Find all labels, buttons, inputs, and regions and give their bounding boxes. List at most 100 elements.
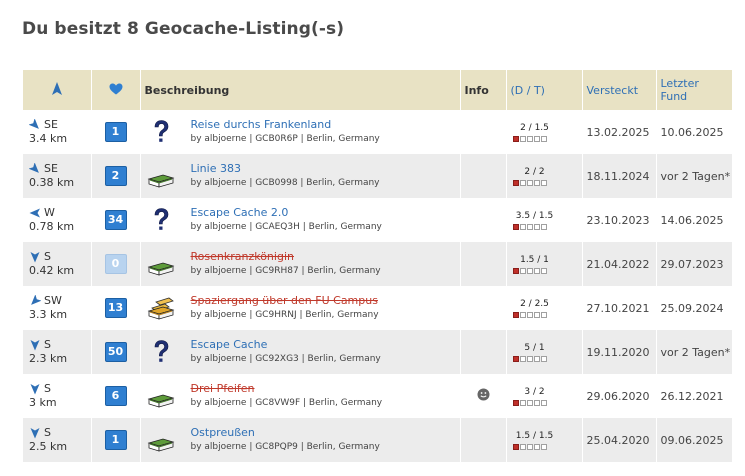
table-row[interactable]: SE 0.38 km 2 Linie 383 by albjoerne | GCB099… [23, 154, 733, 198]
description-cell: Escape Cache 2.0 by albjoerne | GCAEQ3H |… [140, 198, 461, 242]
favorite-count-badge: 34 [104, 210, 127, 230]
direction-arrow-icon [30, 384, 40, 395]
favorites-cell: 34 [91, 198, 141, 242]
favorite-count-badge: 1 [104, 122, 127, 142]
table-row[interactable]: SW 3.3 km 13 Spaziergang über den FU Campus… [23, 286, 733, 330]
difficulty-box [526, 399, 533, 406]
description-cell: Linie 383 by albjoerne | GCB0998 | Berlin… [140, 154, 461, 198]
hidden-date: 27.10.2021 [582, 286, 657, 330]
difficulty-box [519, 399, 526, 406]
direction-column-header[interactable] [23, 70, 92, 110]
last-found-column-header[interactable]: Letzter Fund [656, 70, 733, 110]
direction-cell: S 0.42 km [23, 242, 92, 286]
favorites-cell: 13 [91, 286, 141, 330]
question-mark-icon [154, 340, 168, 362]
direction-label: SW [44, 294, 62, 307]
difficulty-box [540, 399, 547, 406]
difficulty-box [540, 267, 547, 274]
dt-column-header[interactable]: (D / T) [506, 70, 583, 110]
info-cell [460, 330, 507, 374]
hidden-date: 29.06.2020 [582, 374, 657, 418]
direction-arrow-icon [29, 163, 39, 173]
table-row[interactable]: W 0.78 km 34 Escape Cache 2.0 by albjoerne |… [23, 198, 733, 242]
dt-rating: 3 / 2 [524, 386, 545, 397]
difficulty-box [526, 135, 533, 142]
owner-smiley-icon [477, 388, 489, 401]
table-row[interactable]: S3 km 6 Drei Pfeifen by albjoerne | GC8VW9F… [23, 374, 733, 418]
dt-cell: 1.5 / 1.5 [506, 418, 583, 462]
difficulty-bar [512, 399, 582, 406]
table-header-row: Beschreibung Info (D / T) Versteckt Letz… [23, 70, 733, 110]
favorites-cell: 50 [91, 330, 141, 374]
dt-rating: 2 / 2.5 [520, 298, 549, 309]
direction-label: SE [44, 118, 58, 131]
heart-icon [109, 83, 122, 94]
hidden-column-header[interactable]: Versteckt [582, 70, 657, 110]
question-mark-icon [154, 120, 168, 142]
cache-name-link[interactable]: Escape Cache [191, 337, 381, 352]
difficulty-box [540, 179, 547, 186]
dt-rating: 1.5 / 1 [520, 254, 549, 265]
difficulty-box [540, 223, 547, 230]
direction-cell: SW 3.3 km [23, 286, 92, 330]
difficulty-bar [512, 311, 582, 318]
difficulty-box [519, 223, 526, 230]
cache-name-link[interactable]: Spaziergang über den FU Campus [191, 293, 379, 308]
cache-meta: by albjoerne | GC9RH87 | Berlin, Germany [190, 266, 381, 276]
cache-name-link[interactable]: Escape Cache 2.0 [191, 205, 382, 220]
direction-label: S [44, 338, 51, 351]
favorite-count-badge: 0 [104, 254, 127, 274]
direction-cell: SE 3.4 km [23, 110, 92, 154]
cache-name-link[interactable]: Linie 383 [191, 161, 380, 176]
cache-name-link[interactable]: Ostpreußen [191, 425, 380, 440]
dt-rating: 1.5 / 1.5 [515, 430, 554, 441]
favorites-cell: 0 [91, 242, 141, 286]
info-cell [460, 418, 507, 462]
table-row[interactable]: S 2.3 km 50 Escape Cache by albjoerne | GC92… [23, 330, 733, 374]
favorite-count-badge: 2 [104, 166, 127, 186]
direction-label: S [44, 426, 51, 439]
direction-label: W [44, 206, 55, 219]
cache-name-link[interactable]: Reise durchs Frankenland [191, 117, 380, 132]
cache-name-link[interactable]: Rosenkranzkönigin [191, 249, 381, 264]
difficulty-box [526, 443, 533, 450]
distance-label: 0.38 km [29, 176, 75, 189]
favorites-column-header[interactable] [91, 70, 141, 110]
favorites-cell: 6 [91, 374, 141, 418]
direction-cell: S3 km [23, 374, 92, 418]
info-cell [460, 198, 507, 242]
info-cell [460, 242, 507, 286]
traditional-cache-box-icon [147, 262, 174, 276]
difficulty-box [533, 443, 540, 450]
description-cell: Spaziergang über den FU Campus by albjoer… [140, 286, 461, 330]
favorites-cell: 1 [91, 418, 141, 462]
difficulty-box [512, 399, 519, 406]
direction-arrow-icon [29, 208, 40, 218]
difficulty-box [533, 179, 540, 186]
last-found-date: 29.07.2023 [656, 242, 733, 286]
dt-rating: 2 / 1.5 [520, 122, 549, 133]
distance-label: 0.42 km [29, 264, 75, 277]
difficulty-box [526, 179, 533, 186]
difficulty-box [512, 355, 519, 362]
table-row[interactable]: S 0.42 km 0 Rosenkranzkönigin by albjoerne |… [23, 242, 733, 286]
direction-arrow-icon [31, 295, 41, 305]
difficulty-bar [512, 223, 582, 230]
info-cell [460, 110, 507, 154]
difficulty-box [512, 223, 519, 230]
difficulty-box [519, 311, 526, 318]
cache-name-link[interactable]: Drei Pfeifen [191, 381, 383, 396]
hidden-date: 21.04.2022 [582, 242, 657, 286]
table-row[interactable]: S 2.5 km 1 Ostpreußen by albjoerne | GC8PQP9… [23, 418, 733, 462]
difficulty-box [533, 267, 540, 274]
difficulty-box [540, 443, 547, 450]
direction-label: SE [44, 162, 58, 175]
difficulty-box [519, 135, 526, 142]
table-row[interactable]: SE 3.4 km 1 Reise durchs Frankenland by albj… [23, 110, 733, 154]
traditional-cache-box-icon [147, 438, 174, 452]
difficulty-bar [512, 443, 582, 450]
last-found-date: 26.12.2021 [656, 374, 733, 418]
last-found-date: 09.06.2025 [656, 418, 733, 462]
direction-arrow-icon [30, 428, 40, 439]
difficulty-box [526, 355, 533, 362]
